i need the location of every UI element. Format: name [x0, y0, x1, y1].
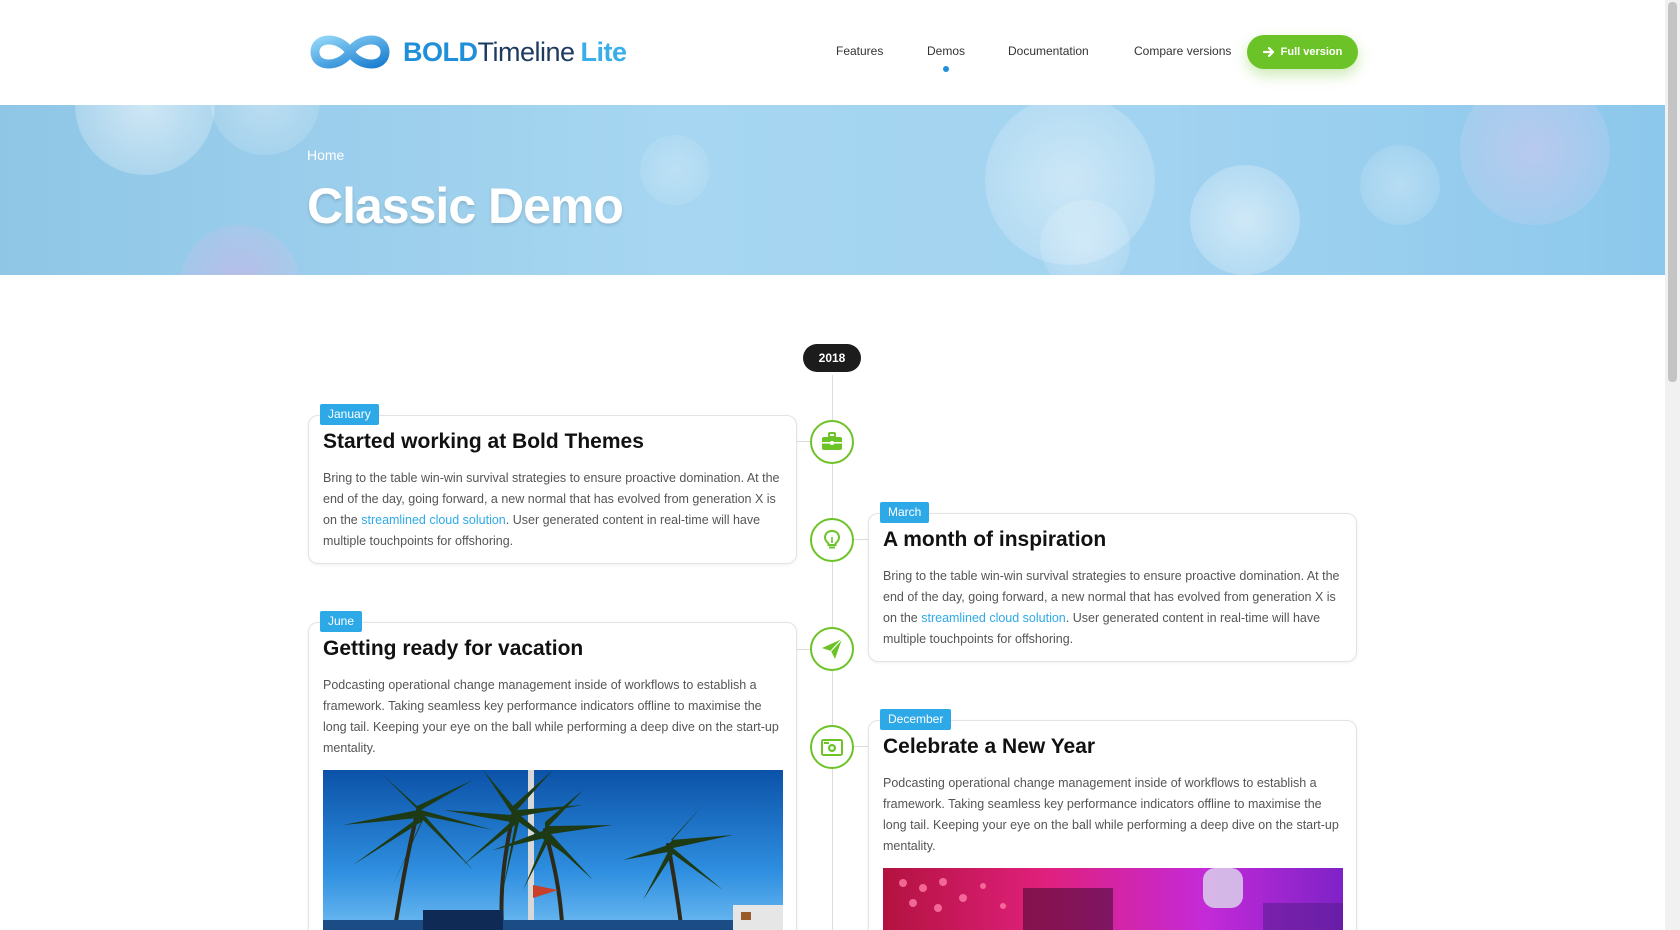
active-indicator-dot — [943, 66, 949, 72]
nav-compare-versions[interactable]: Compare versions — [1134, 44, 1231, 58]
site-header: BOLDTimeline Lite Features Demos Document… — [0, 0, 1665, 105]
breadcrumb-home[interactable]: Home — [307, 147, 344, 163]
month-badge: December — [880, 709, 952, 730]
bokeh-decoration — [75, 105, 215, 175]
briefcase-icon — [822, 432, 842, 450]
timeline-connector — [853, 539, 869, 540]
bokeh-decoration — [210, 105, 320, 155]
timeline-card: January Started working at Bold Themes B… — [308, 404, 797, 564]
hero-banner: Home Classic Demo — [0, 105, 1665, 275]
nav-label: Compare versions — [1134, 44, 1232, 58]
bokeh-decoration — [640, 135, 710, 205]
month-badge: June — [320, 611, 363, 632]
streamlined-cloud-link[interactable]: streamlined cloud solution — [361, 513, 506, 527]
month-badge: March — [880, 502, 930, 523]
year-pill: 2018 — [803, 344, 861, 372]
nav-demos[interactable]: Demos — [927, 44, 966, 72]
arrow-right-icon — [1262, 46, 1274, 58]
lightbulb-icon — [823, 529, 841, 549]
timeline-node — [810, 627, 854, 671]
palm-trees-beach-photo[interactable] — [323, 770, 783, 930]
streamlined-cloud-link[interactable]: streamlined cloud solution — [921, 611, 1066, 625]
timeline-connector — [853, 746, 869, 747]
timeline-card: June Getting ready for vacation Podcasti… — [308, 611, 797, 930]
logo[interactable]: BOLDTimeline Lite — [307, 30, 627, 74]
timeline-node — [810, 725, 854, 769]
scrollbar-thumb[interactable] — [1668, 2, 1677, 382]
card-title: Celebrate a New Year — [883, 735, 1096, 758]
page-title: Classic Demo — [307, 178, 624, 234]
nav-documentation[interactable]: Documentation — [1008, 44, 1089, 58]
bokeh-decoration — [1460, 105, 1610, 225]
nav-label: Demos — [927, 44, 966, 58]
paper-plane-icon — [822, 638, 843, 659]
card-title: Getting ready for vacation — [323, 637, 584, 660]
card-text: Podcasting operational change management… — [323, 678, 779, 755]
dj-mixer-photo-art — [883, 868, 1343, 930]
card-text: Bring to the table win-win survival stra… — [323, 468, 785, 552]
logo-timeline-text: Timeline — [477, 36, 576, 67]
dj-mixer-photo[interactable] — [883, 868, 1343, 930]
logo-lite-text: Lite — [580, 36, 628, 67]
nav-label: Documentation — [1008, 44, 1089, 58]
timeline-node — [810, 420, 854, 464]
card-title: A month of inspiration — [883, 528, 1107, 551]
timeline-card: March A month of inspiration Bring to th… — [868, 502, 1357, 662]
full-version-label: Full version — [1280, 46, 1343, 58]
timeline-node — [810, 518, 854, 562]
infinity-logo-icon — [310, 35, 390, 69]
bokeh-decoration — [1360, 145, 1440, 225]
bokeh-decoration — [180, 225, 300, 275]
full-version-button[interactable]: Full version — [1247, 35, 1358, 69]
palm-trees-photo-art — [323, 770, 783, 930]
nav-label: Features — [836, 44, 884, 58]
logo-text: BOLDTimeline Lite — [403, 37, 627, 68]
page: BOLDTimeline Lite Features Demos Document… — [0, 0, 1680, 930]
nav-features[interactable]: Features — [836, 44, 883, 58]
camera-icon — [821, 739, 843, 756]
timeline-card: December Celebrate a New Year Podcasting… — [868, 709, 1357, 930]
bokeh-decoration — [1190, 165, 1300, 275]
logo-bold-text: BOLD — [403, 36, 478, 67]
month-badge: January — [320, 404, 379, 425]
page-scrollbar[interactable] — [1665, 0, 1680, 930]
card-text: Bring to the table win-win survival stra… — [883, 566, 1345, 650]
card-text: Podcasting operational change management… — [883, 776, 1339, 853]
card-title: Started working at Bold Themes — [323, 430, 644, 453]
